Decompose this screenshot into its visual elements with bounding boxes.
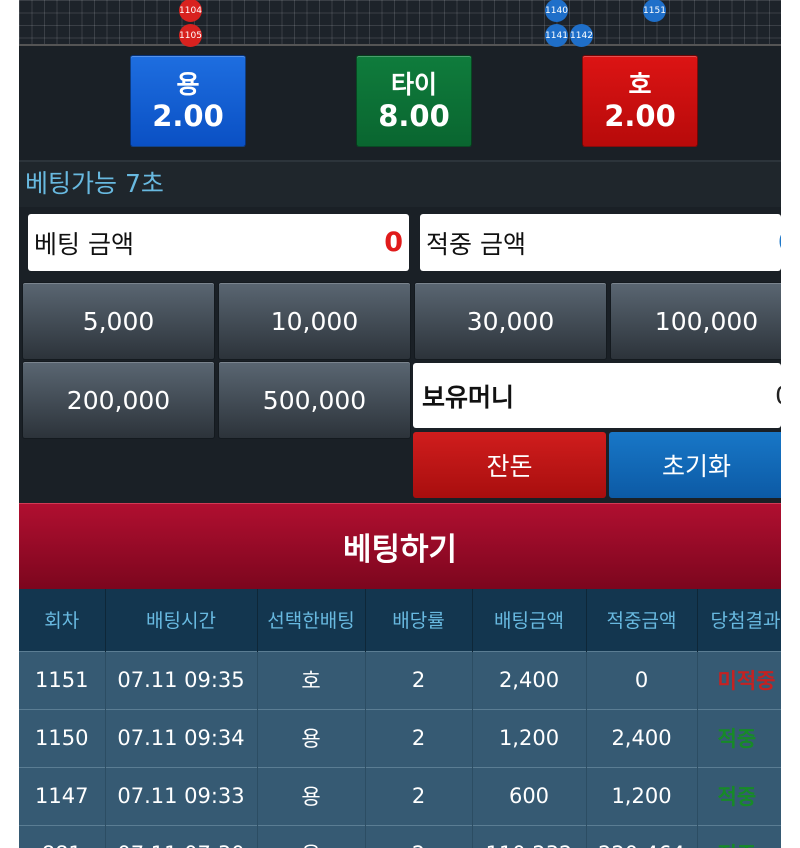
road-map: 1104 1105 1140 1141 1142 1151 bbox=[19, 0, 781, 47]
table-row: 881 07.11 07:30 용 2 110,232 220,464 적중 bbox=[19, 824, 781, 848]
table-cell: 2 bbox=[365, 650, 473, 709]
win-amount-label: 적중 금액 bbox=[426, 229, 526, 259]
table-header-row: 회차 배팅시간 선택한배팅 배당률 배팅금액 적중금액 당첨결과 bbox=[19, 589, 781, 651]
chip-30000-button[interactable]: 30,000 bbox=[414, 282, 607, 360]
bet-amount-field: 베팅 금액 0 bbox=[28, 214, 409, 271]
table-row: 1151 07.11 09:35 호 2 2,400 0 미적중 bbox=[19, 650, 781, 709]
roadmap-dot: 1105 bbox=[179, 24, 202, 47]
chip-5000-button[interactable]: 5,000 bbox=[22, 282, 215, 360]
table-cell: 07.11 09:35 bbox=[105, 650, 258, 709]
table-cell: 07.11 09:34 bbox=[105, 708, 258, 767]
table-cell: 용 bbox=[257, 766, 366, 825]
table-cell: 용 bbox=[257, 708, 366, 767]
roadmap-dot: 1104 bbox=[179, 0, 202, 22]
odds-name: 호 bbox=[628, 70, 652, 99]
odds-name: 용 bbox=[176, 70, 200, 99]
result-cell: 적중 bbox=[697, 766, 781, 825]
result-cell: 미적중 bbox=[697, 650, 781, 709]
table-cell: 110,232 bbox=[472, 824, 587, 848]
holding-money-value: 0 bbox=[775, 381, 781, 410]
table-cell: 0 bbox=[586, 650, 698, 709]
bet-history-table: 회차 배팅시간 선택한배팅 배당률 배팅금액 적중금액 당첨결과 1151 07… bbox=[19, 589, 781, 848]
odds-value: 8.00 bbox=[378, 99, 450, 133]
column-header: 당첨결과 bbox=[697, 589, 781, 651]
win-amount-field: 적중 금액 0 bbox=[420, 214, 781, 271]
odds-value: 2.00 bbox=[604, 99, 676, 133]
table-cell: 2 bbox=[365, 824, 473, 848]
roadmap-dot: 1142 bbox=[570, 24, 593, 47]
column-header: 배당률 bbox=[365, 589, 473, 651]
win-amount-value: 0 bbox=[778, 227, 781, 258]
column-header: 적중금액 bbox=[586, 589, 698, 651]
betting-countdown: 베팅가능 7초 bbox=[19, 160, 781, 207]
table-cell: 1,200 bbox=[586, 766, 698, 825]
place-bet-button[interactable]: 베팅하기 bbox=[19, 503, 781, 589]
roadmap-dot: 1141 bbox=[545, 24, 568, 47]
table-cell: 881 bbox=[19, 824, 106, 848]
roadmap-dot: 1151 bbox=[643, 0, 666, 22]
table-row: 1147 07.11 09:33 용 2 600 1,200 적중 bbox=[19, 766, 781, 825]
roadmap-dot: 1140 bbox=[545, 0, 568, 22]
result-cell: 적중 bbox=[697, 708, 781, 767]
change-button[interactable]: 잔돈 bbox=[413, 432, 606, 498]
table-cell: 600 bbox=[472, 766, 587, 825]
table-cell: 호 bbox=[257, 650, 366, 709]
column-header: 배팅시간 bbox=[105, 589, 258, 651]
reset-button[interactable]: 초기화 bbox=[609, 432, 781, 498]
bet-amount-label: 베팅 금액 bbox=[34, 229, 134, 259]
table-cell: 1150 bbox=[19, 708, 106, 767]
result-cell: 적중 bbox=[697, 824, 781, 848]
column-header: 선택한배팅 bbox=[257, 589, 366, 651]
table-cell: 1151 bbox=[19, 650, 106, 709]
column-header: 배팅금액 bbox=[472, 589, 587, 651]
table-cell: 1147 bbox=[19, 766, 106, 825]
bet-amount-value: 0 bbox=[384, 227, 403, 258]
holding-money-label: 보유머니 bbox=[422, 382, 515, 412]
tie-bet-button[interactable]: 타이 8.00 bbox=[356, 55, 472, 147]
chip-200000-button[interactable]: 200,000 bbox=[22, 361, 215, 439]
chip-100000-button[interactable]: 100,000 bbox=[610, 282, 781, 360]
table-row: 1150 07.11 09:34 용 2 1,200 2,400 적중 bbox=[19, 708, 781, 767]
odds-name: 타이 bbox=[390, 70, 437, 99]
table-cell: 2 bbox=[365, 766, 473, 825]
table-cell: 2,400 bbox=[472, 650, 587, 709]
baccarat-bet-panel: 1104 1105 1140 1141 1142 1151 용 2.00 타이 … bbox=[19, 0, 781, 848]
odds-bar: 용 2.00 타이 8.00 호 2.00 bbox=[19, 48, 781, 158]
table-cell: 1,200 bbox=[472, 708, 587, 767]
chip-10000-button[interactable]: 10,000 bbox=[218, 282, 411, 360]
column-header: 회차 bbox=[19, 589, 106, 651]
table-cell: 220,464 bbox=[586, 824, 698, 848]
table-cell: 2,400 bbox=[586, 708, 698, 767]
dragon-bet-button[interactable]: 용 2.00 bbox=[130, 55, 246, 147]
table-cell: 2 bbox=[365, 708, 473, 767]
table-cell: 07.11 07:30 bbox=[105, 824, 258, 848]
odds-value: 2.00 bbox=[152, 99, 224, 133]
table-cell: 07.11 09:33 bbox=[105, 766, 258, 825]
holding-money: 보유머니 0 bbox=[413, 363, 781, 428]
tiger-bet-button[interactable]: 호 2.00 bbox=[582, 55, 698, 147]
table-cell: 용 bbox=[257, 824, 366, 848]
chip-500000-button[interactable]: 500,000 bbox=[218, 361, 411, 439]
